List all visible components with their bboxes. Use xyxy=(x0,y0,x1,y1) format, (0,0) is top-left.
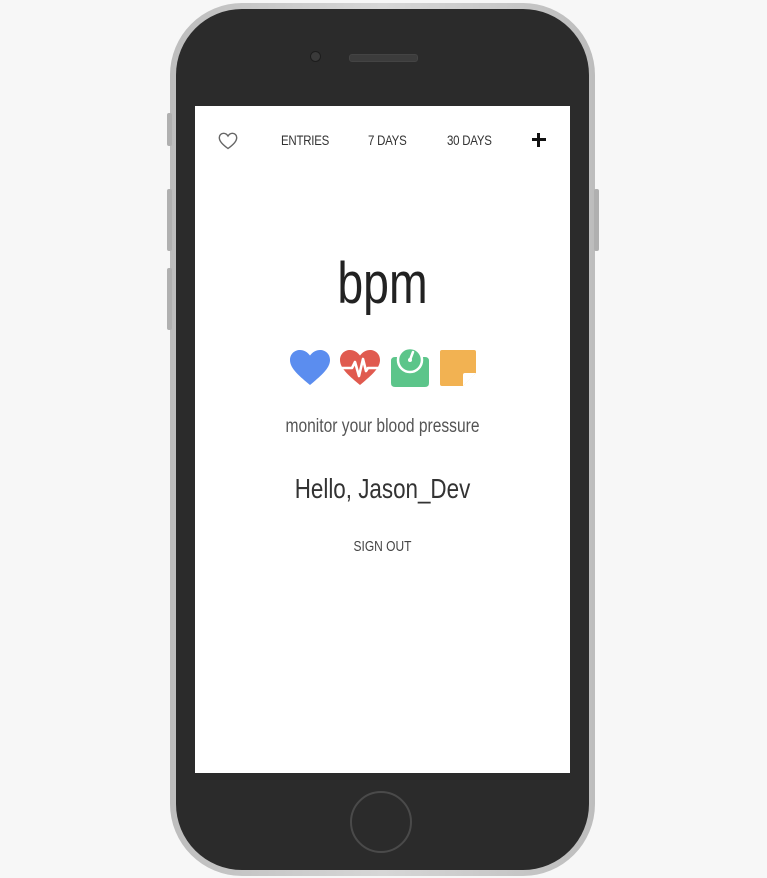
mute-switch xyxy=(167,113,172,146)
nav-7-days-link[interactable]: 7 DAYS xyxy=(368,132,407,148)
app-logo: bpm xyxy=(337,251,428,316)
heart-icon xyxy=(290,350,330,385)
app-tagline: monitor your blood pressure xyxy=(285,416,480,437)
earpiece-speaker xyxy=(349,54,418,62)
front-camera xyxy=(310,51,321,62)
volume-down-button xyxy=(167,268,172,330)
plus-icon[interactable] xyxy=(531,132,547,148)
volume-up-button xyxy=(167,189,172,251)
heartbeat-icon xyxy=(340,350,380,385)
top-navbar: ENTRIES 7 DAYS 30 DAYS xyxy=(195,106,570,176)
feature-icons xyxy=(289,347,479,389)
heart-outline-icon[interactable] xyxy=(218,132,238,150)
home-button[interactable] xyxy=(350,791,412,853)
note-icon xyxy=(440,350,476,386)
nav-30-days-link[interactable]: 30 DAYS xyxy=(447,132,492,148)
device-stage: ENTRIES 7 DAYS 30 DAYS bpm monitor your … xyxy=(0,0,767,878)
power-button xyxy=(594,189,599,251)
user-greeting: Hello, Jason_Dev xyxy=(294,473,471,504)
sign-out-button[interactable]: SIGN OUT xyxy=(353,538,411,555)
signout-container: SIGN OUT xyxy=(233,538,533,555)
scale-icon xyxy=(391,347,429,387)
nav-entries-link[interactable]: ENTRIES xyxy=(281,132,329,148)
app-screen: ENTRIES 7 DAYS 30 DAYS bpm monitor your … xyxy=(195,106,570,773)
